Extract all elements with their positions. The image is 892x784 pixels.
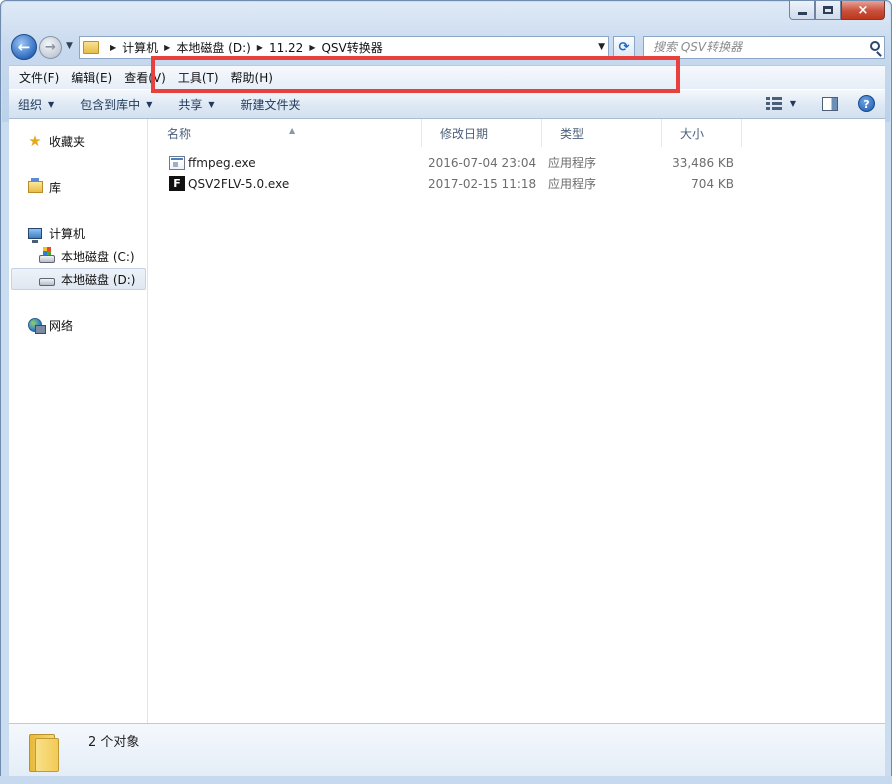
sidebar-item-label: 本地磁盘 (C:): [61, 249, 135, 264]
refresh-button[interactable]: ⟳: [613, 36, 635, 59]
sidebar-item-label: 本地磁盘 (D:): [61, 272, 136, 287]
command-bar: 组织 ▼ 包含到库中 ▼ 共享 ▼ 新建文件夹 ▼ ?: [9, 89, 885, 119]
back-button[interactable]: ←: [11, 34, 37, 60]
star-icon: ★: [28, 131, 42, 150]
menu-edit[interactable]: 编辑(E): [65, 67, 118, 89]
chevron-right-icon[interactable]: ▶: [110, 43, 116, 52]
computer-icon: [28, 227, 42, 243]
explorer-body: ★ 收藏夹 库 计算机 本地磁盘 (C:) 本地磁盘 (D:) 网络 ▲ 名称 …: [9, 119, 885, 723]
column-header-label: 大小: [680, 127, 705, 141]
column-header-type[interactable]: 类型: [542, 119, 662, 147]
preview-pane-icon[interactable]: [822, 96, 838, 111]
maximize-button[interactable]: [815, 1, 841, 20]
menu-file[interactable]: 文件(F): [13, 67, 65, 89]
arrow-right-icon: →: [45, 40, 56, 55]
explorer-window: × ← → ▼ ▶ 计算机 ▶ 本地磁盘 (D:) ▶ 11.22 ▶ QSV转…: [0, 0, 892, 784]
sidebar-item-label: 网络: [49, 318, 74, 333]
sort-ascending-icon: ▲: [289, 126, 296, 135]
forward-button[interactable]: →: [39, 36, 62, 59]
file-type: 应用程序: [548, 156, 597, 170]
close-button[interactable]: ×: [841, 1, 885, 20]
sidebar-item-label: 库: [49, 180, 62, 195]
sidebar-item-favorites[interactable]: ★ 收藏夹: [27, 131, 85, 151]
column-header-size[interactable]: 大小: [662, 119, 742, 147]
organize-label: 组织: [18, 97, 43, 112]
breadcrumb-drive-d[interactable]: 本地磁盘 (D:): [176, 39, 250, 56]
search-input[interactable]: 搜索 QSV转换器: [643, 36, 885, 59]
include-in-library-button[interactable]: 包含到库中 ▼: [80, 96, 152, 113]
address-dropdown-button[interactable]: ▼: [598, 42, 605, 52]
menu-view[interactable]: 查看(V): [118, 67, 172, 89]
app-f-icon: F: [169, 176, 185, 191]
exe-icon: [169, 156, 185, 170]
file-modified: 2016-07-04 23:04: [428, 156, 537, 170]
file-type: 应用程序: [548, 177, 597, 191]
help-icon[interactable]: ?: [858, 95, 875, 112]
organize-button[interactable]: 组织 ▼: [18, 96, 54, 113]
file-row[interactable]: F QSV2FLV-5.0.exe 2017-02-15 11:18 应用程序 …: [149, 174, 885, 195]
details-pane: 2 个对象: [9, 723, 885, 777]
sidebar-item-drive-c[interactable]: 本地磁盘 (C:): [39, 246, 135, 266]
file-row[interactable]: ffmpeg.exe 2016-07-04 23:04 应用程序 33,486 …: [149, 153, 885, 174]
share-label: 共享: [178, 97, 203, 112]
chevron-down-icon: ▼: [146, 99, 153, 109]
navigation-pane: ★ 收藏夹 库 计算机 本地磁盘 (C:) 本地磁盘 (D:) 网络: [9, 119, 148, 723]
file-size: 704 KB: [691, 177, 734, 191]
column-header-label: 名称: [167, 127, 192, 141]
address-bar[interactable]: ▶ 计算机 ▶ 本地磁盘 (D:) ▶ 11.22 ▶ QSV转换器 ▼: [79, 36, 609, 59]
sidebar-item-label: 收藏夹: [49, 134, 86, 149]
command-bar-right: ▼ ?: [765, 95, 875, 112]
view-options-dropdown[interactable]: ▼: [790, 99, 796, 108]
sidebar-item-drive-d[interactable]: 本地磁盘 (D:): [39, 269, 135, 289]
search-placeholder: 搜索 QSV转换器: [653, 40, 743, 54]
column-header-label: 类型: [560, 127, 585, 141]
window-bottom-border: [0, 776, 892, 784]
sidebar-item-libraries[interactable]: 库: [27, 177, 61, 197]
recent-pages-dropdown[interactable]: ▼: [66, 41, 73, 51]
file-list: ▲ 名称 修改日期 类型 大小 ffmpeg.exe 2016-07-04 23…: [149, 119, 885, 723]
refresh-icon: ⟳: [618, 40, 630, 55]
navigation-bar: ← → ▼ ▶ 计算机 ▶ 本地磁盘 (D:) ▶ 11.22 ▶ QSV转换器…: [9, 33, 885, 61]
system-drive-icon: [39, 247, 55, 263]
chevron-right-icon[interactable]: ▶: [257, 43, 263, 52]
chevron-down-icon: ▼: [208, 99, 215, 109]
chevron-right-icon[interactable]: ▶: [309, 43, 315, 52]
new-folder-label: 新建文件夹: [240, 97, 301, 112]
close-icon: ×: [857, 2, 869, 18]
library-icon: [27, 178, 43, 193]
chevron-down-icon: ▼: [48, 99, 55, 109]
file-size: 33,486 KB: [672, 156, 734, 170]
breadcrumb-computer[interactable]: 计算机: [122, 39, 158, 56]
file-name: QSV2FLV-5.0.exe: [188, 177, 290, 191]
sidebar-item-network[interactable]: 网络: [27, 315, 73, 335]
breadcrumb-qsv[interactable]: QSV转换器: [321, 39, 382, 56]
caption-buttons: ×: [789, 1, 885, 21]
chevron-right-icon[interactable]: ▶: [164, 43, 170, 52]
maximize-icon: [823, 6, 833, 14]
sidebar-item-label: 计算机: [49, 226, 86, 241]
minimize-icon: [797, 11, 807, 15]
include-in-library-label: 包含到库中: [80, 97, 141, 112]
drive-icon: [39, 278, 55, 286]
menu-help[interactable]: 帮助(H): [225, 67, 279, 89]
menu-tools[interactable]: 工具(T): [172, 67, 225, 89]
column-header-name[interactable]: ▲ 名称: [149, 119, 422, 147]
sidebar-item-computer[interactable]: 计算机: [27, 223, 85, 243]
folder-icon: [29, 730, 61, 772]
column-header-label: 修改日期: [440, 127, 489, 141]
menu-bar: 文件(F) 编辑(E) 查看(V) 工具(T) 帮助(H): [9, 65, 885, 89]
arrow-left-icon: ←: [17, 38, 31, 56]
network-icon: [28, 318, 46, 334]
file-name: ffmpeg.exe: [188, 156, 256, 170]
minimize-button[interactable]: [789, 1, 815, 20]
share-button[interactable]: 共享 ▼: [178, 96, 214, 113]
breadcrumb-folder-1122[interactable]: 11.22: [269, 41, 303, 55]
search-icon[interactable]: [870, 41, 880, 51]
change-view-icon[interactable]: [765, 96, 782, 111]
item-count: 2 个对象: [88, 735, 140, 750]
column-header-modified[interactable]: 修改日期: [422, 119, 542, 147]
new-folder-button[interactable]: 新建文件夹: [241, 96, 301, 113]
folder-icon: [83, 41, 99, 54]
file-modified: 2017-02-15 11:18: [428, 177, 537, 191]
